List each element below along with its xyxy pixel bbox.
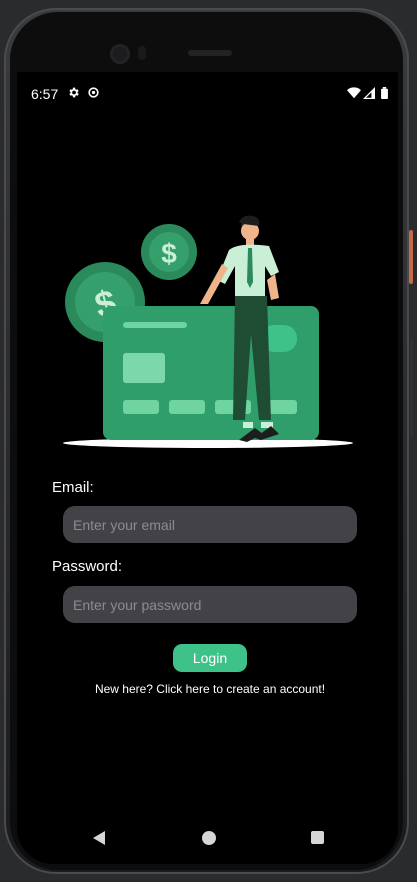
earpiece-speaker	[188, 50, 232, 56]
power-button[interactable]	[409, 230, 413, 284]
email-field[interactable]	[63, 506, 357, 543]
app-screen: 6:57 $ $ Email: Enter your email Passwor…	[17, 72, 398, 864]
home-icon[interactable]	[202, 831, 216, 845]
password-label: Password:	[52, 558, 123, 575]
password-field[interactable]	[63, 586, 357, 623]
volume-rocker[interactable]	[410, 338, 413, 438]
front-camera	[110, 44, 130, 64]
recents-icon[interactable]	[311, 831, 324, 844]
camera-sensor	[138, 46, 146, 60]
navigation-bar	[17, 826, 398, 850]
login-form: Email: Password: Login New here? Click h…	[17, 72, 398, 864]
email-label: Email:	[52, 479, 94, 496]
phone-frame: 6:57 $ $ Email: Enter your email Passwor…	[4, 8, 413, 874]
back-icon[interactable]	[93, 831, 105, 845]
create-account-link[interactable]: New here? Click here to create an accoun…	[17, 682, 398, 696]
login-button[interactable]: Login	[173, 644, 247, 672]
